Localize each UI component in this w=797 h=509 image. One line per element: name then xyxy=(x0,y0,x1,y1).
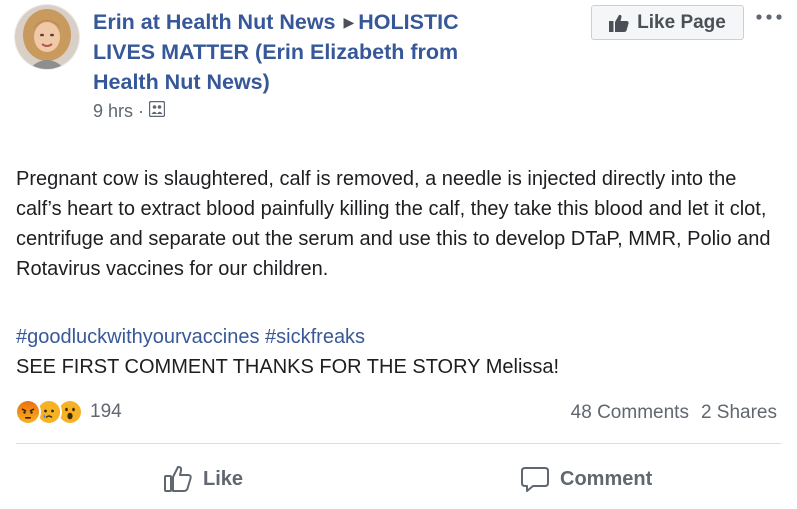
post-timestamp[interactable]: 9 hrs xyxy=(93,101,133,122)
reactions-summary[interactable]: 194 xyxy=(15,399,122,425)
actions-divider xyxy=(16,443,781,444)
author-line: Erin at Health Nut News ▶ HOLISTIC LIVES … xyxy=(93,7,513,97)
more-options-icon[interactable] xyxy=(754,6,784,28)
like-page-button[interactable]: Like Page xyxy=(591,5,744,40)
post-meta: 9 hrs · xyxy=(93,100,513,122)
post-hashtags: #goodluckwithyourvaccines #sickfreaks xyxy=(16,322,365,352)
author-page-name[interactable]: Erin at Health Nut News xyxy=(93,10,336,34)
like-button-label: Like xyxy=(203,467,244,490)
thumbs-up-icon xyxy=(609,14,629,32)
comment-button-label: Comment xyxy=(560,467,653,490)
reaction-count: 194 xyxy=(90,401,122,422)
group-audience-icon[interactable] xyxy=(148,100,166,122)
comment-bubble-icon xyxy=(521,467,549,492)
post-body: Pregnant cow is slaughtered, calf is rem… xyxy=(16,168,771,280)
see-first-comment-text: SEE FIRST COMMENT THANKS FOR THE STORY M… xyxy=(16,356,560,378)
comments-count-link[interactable]: 48 Comments xyxy=(571,402,689,424)
like-button[interactable]: Like xyxy=(163,462,243,496)
facebook-post: Erin at Health Nut News ▶ HOLISTIC LIVES … xyxy=(0,0,797,509)
engagement-counts: 48 Comments 2 Shares xyxy=(571,402,777,424)
like-outline-icon xyxy=(164,465,192,492)
meta-separator: · xyxy=(138,101,145,121)
post-header: Erin at Health Nut News ▶ HOLISTIC LIVES … xyxy=(93,7,513,122)
hashtag-link[interactable]: #goodluckwithyourvaccines xyxy=(16,326,259,348)
author-avatar[interactable] xyxy=(15,5,79,69)
shares-count-link[interactable]: 2 Shares xyxy=(701,402,777,424)
hashtag-link[interactable]: #sickfreaks xyxy=(265,326,365,348)
avatar-photo xyxy=(15,5,79,69)
angry-reaction-icon xyxy=(15,399,41,425)
like-page-label: Like Page xyxy=(637,11,726,33)
right-triangle-icon: ▶ xyxy=(343,14,355,30)
comment-button[interactable]: Comment xyxy=(520,462,652,496)
